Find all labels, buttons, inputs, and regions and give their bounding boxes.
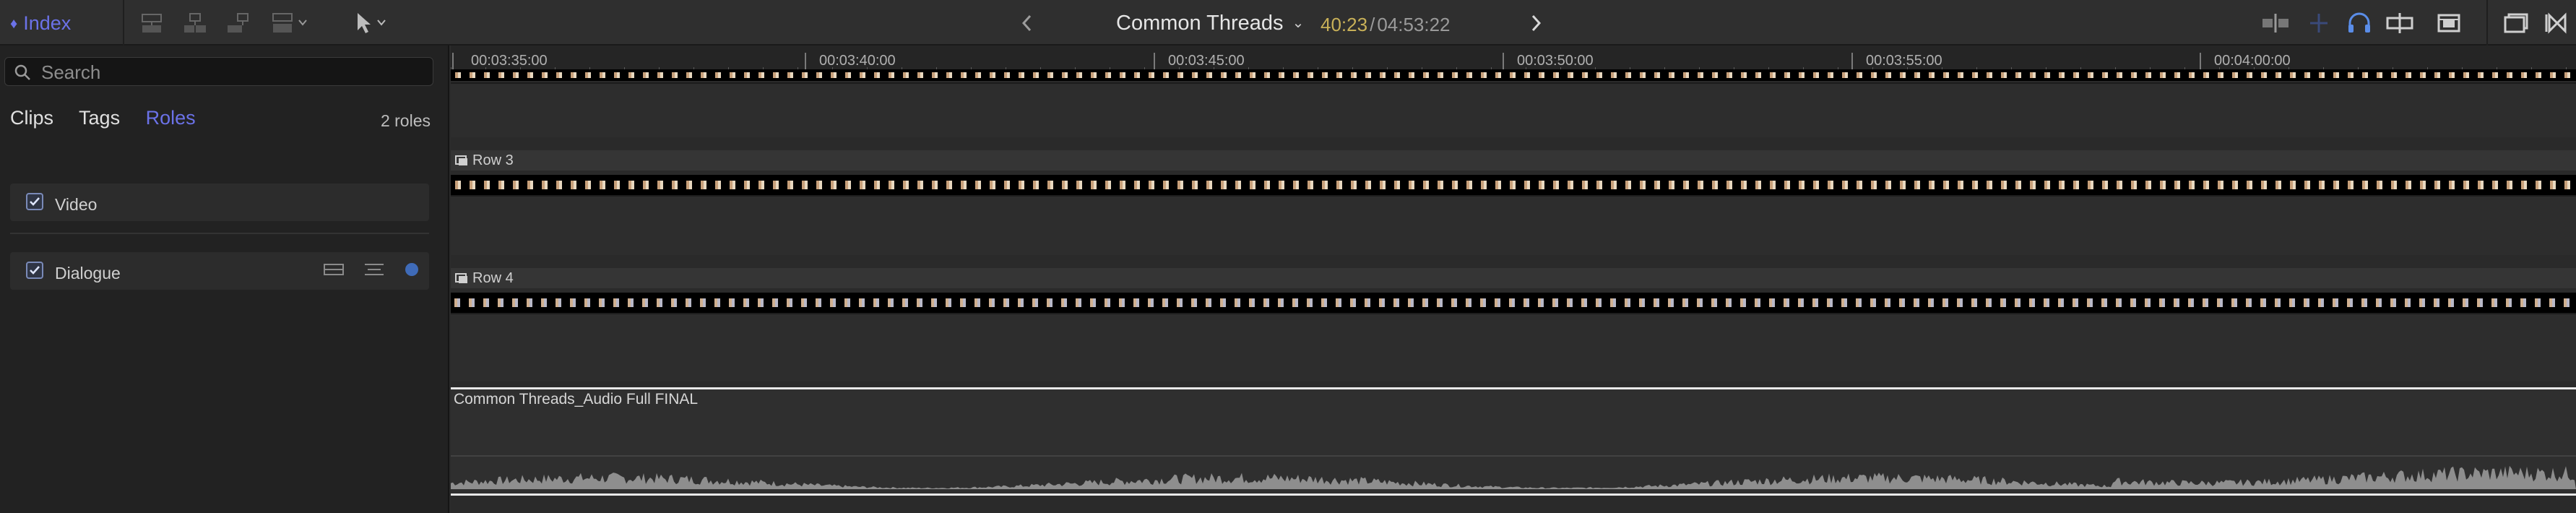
ruler-label: 00:03:55:00 [1866,53,1942,69]
timecode-separator: / [1370,14,1375,35]
search-field[interactable] [4,57,433,86]
role-row-dialogue[interactable]: Dialogue [10,252,429,290]
audio-clip[interactable]: Common Threads_Audio Full FINAL [451,387,2576,496]
diamond-icon: ♦ [10,16,18,32]
ruler-label: 00:03:50:00 [1517,53,1594,69]
audio-skimming-icon[interactable] [2303,9,2335,38]
clip-icon [455,270,468,290]
search-input[interactable] [40,61,418,84]
role-label-dialogue: Dialogue [55,264,121,283]
timecode-display: 40:23/04:53:22 [1321,10,1451,39]
clip-insert-icon[interactable] [181,9,209,38]
forward-icon[interactable] [1529,9,1543,38]
role-label-video: Video [55,195,98,214]
chevron-down-icon: ⌄ [1292,15,1305,31]
storyline-row-header[interactable]: Row 3 [451,150,2576,171]
row-label: Row 3 [472,152,514,168]
role-checkbox-dialogue[interactable] [26,262,43,279]
role-divider [10,233,429,234]
timeline-lane[interactable] [451,313,2576,381]
timeline-lane[interactable] [451,82,2576,137]
audio-waveform [451,455,2576,489]
role-row-video[interactable]: Video [10,184,429,221]
search-icon [14,64,31,85]
tab-roles[interactable]: Roles [146,107,196,129]
filmstrip-frames [451,72,2576,78]
video-filmstrip[interactable] [451,175,2576,195]
skimming-icon[interactable] [2260,9,2291,38]
clip-appearance-icon[interactable] [2433,9,2465,38]
timeline-index-panel: Clips Tags Roles 2 roles Video Dialogue [0,46,449,513]
ruler-label: 00:03:40:00 [819,53,896,69]
index-tabs: Clips Tags Roles [10,103,216,132]
headphones-icon[interactable] [2343,9,2375,38]
project-title-menu[interactable]: Common Threads ⌄ [1116,9,1304,38]
filmstrip-frames [451,298,2576,307]
roles-count: 2 roles [380,111,431,130]
timecode-duration: 04:53:22 [1377,14,1451,35]
video-filmstrip[interactable] [451,293,2576,313]
audio-clip-title: Common Threads_Audio Full FINAL [454,391,699,408]
transitions-browser-icon[interactable] [2541,9,2570,38]
select-arrow-icon[interactable] [350,9,394,38]
index-button-label: Index [23,12,72,34]
toolbar-divider [2486,0,2488,46]
timeline[interactable]: 00:03:35:00 00:03:40:00 00:03:45:00 00:0… [451,46,2576,513]
row-label: Row 4 [472,270,514,286]
role-checkbox-video[interactable] [26,193,43,210]
tab-clips[interactable]: Clips [10,107,53,129]
back-icon[interactable] [1020,9,1034,38]
tab-tags[interactable]: Tags [79,107,120,129]
effects-browser-icon[interactable] [2499,9,2531,38]
video-filmstrip[interactable] [451,69,2576,81]
clip-connect-icon[interactable] [137,9,166,38]
snapping-icon[interactable] [2384,9,2416,38]
waveform-path [451,465,2576,489]
storyline-row-header[interactable]: Row 4 [451,268,2576,288]
timecode-current: 40:23 [1321,14,1368,35]
filmstrip-frames [451,181,2576,189]
ruler-label: 00:03:45:00 [1168,53,1245,69]
clip-overwrite-icon[interactable] [269,9,312,38]
clip-append-icon[interactable] [224,9,253,38]
role-color-dot-icon[interactable] [405,262,419,280]
ruler-label: 00:04:00:00 [2214,53,2291,69]
toolbar-divider [123,0,124,46]
ruler-label: 00:03:35:00 [471,53,548,69]
focus-lane-icon[interactable] [324,262,344,280]
clip-icon [455,152,468,173]
subroles-icon[interactable] [364,262,384,280]
toolbar: ♦ Index Common Threads ⌄ 40:23/04:53:22 [0,0,2576,46]
role-tools [324,262,419,280]
project-title: Common Threads [1116,12,1284,35]
index-button[interactable]: ♦ Index [10,9,71,38]
timeline-lane[interactable] [451,195,2576,255]
